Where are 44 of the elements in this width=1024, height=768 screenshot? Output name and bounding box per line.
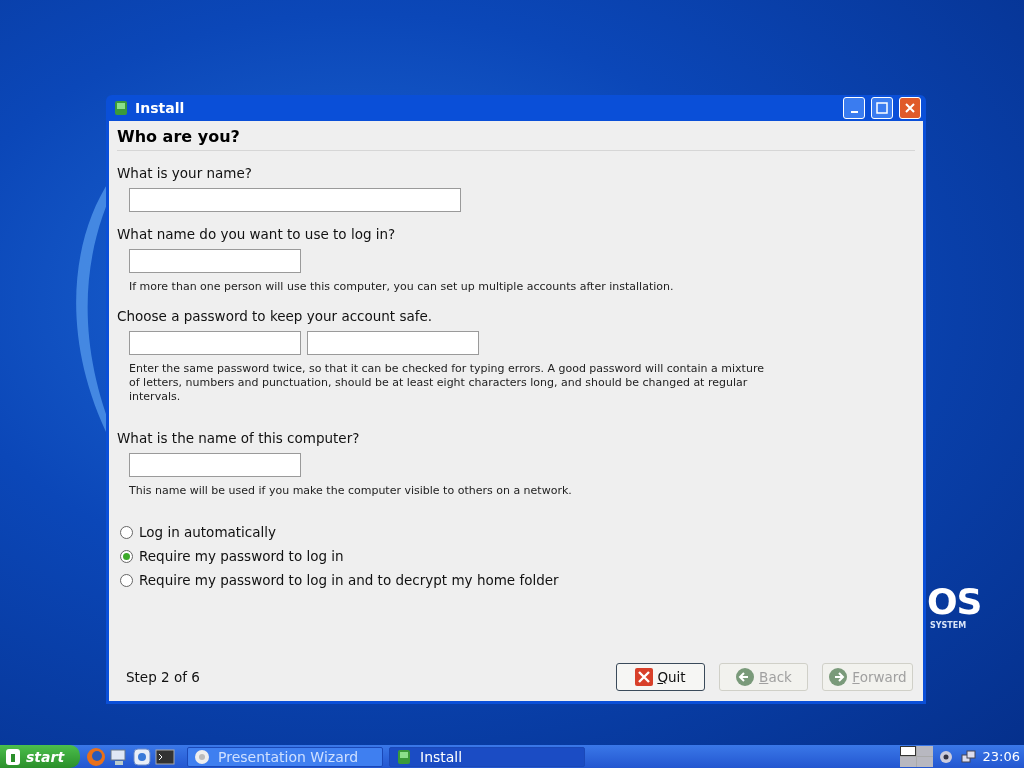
radio-button[interactable] [120, 549, 133, 563]
close-icon [635, 668, 654, 686]
taskbar-task[interactable]: Install [389, 746, 585, 767]
computer-icon[interactable] [109, 746, 129, 767]
question-label: What is the name of this computer? [117, 430, 361, 446]
close-icon [904, 102, 916, 114]
radio-label[interactable]: Require my password to log in [139, 548, 344, 564]
workspace-pager[interactable] [899, 746, 933, 767]
page-heading: Who are you? [117, 127, 915, 151]
hint-text: If more than one person will use this computer, you can set up multiple accounts after installation. [129, 280, 675, 294]
wallpaper-tagline: SYSTEM [930, 621, 967, 630]
maximize-button[interactable] [871, 97, 893, 119]
terminal-icon[interactable] [155, 746, 175, 767]
quit-button[interactable]: Quit [616, 663, 705, 691]
hint-text: Enter the same password twice, so that it can be checked for typing errors. A good password will contain a mixture of letters, numbers and punctuation, should be at least eight characters long, and should be changed at regular intervals. [129, 362, 765, 404]
app-icon[interactable] [132, 746, 152, 767]
network-icon[interactable] [960, 748, 977, 765]
radio-label[interactable]: Log in automatically [139, 524, 277, 540]
wizard-icon [194, 748, 210, 765]
hint-text: This name will be used if you make the computer visible to others on a network. [129, 484, 573, 498]
input-field[interactable] [129, 188, 461, 212]
start-logo-icon [6, 748, 20, 765]
wallpaper-logo-text: OS [927, 586, 982, 618]
question-label: What name do you want to use to log in? [117, 226, 397, 242]
speaker-icon[interactable] [938, 748, 955, 765]
minimize-button[interactable] [843, 97, 865, 119]
browser-icon[interactable] [86, 746, 106, 767]
radio-button[interactable] [120, 525, 133, 539]
radio-button[interactable] [120, 573, 133, 587]
maximize-icon [876, 102, 888, 114]
clock: 23:06 [982, 749, 1020, 764]
minimize-icon [850, 111, 858, 113]
input-field[interactable] [129, 249, 301, 273]
password-field[interactable] [129, 331, 301, 355]
question-label: What is your name? [117, 165, 253, 181]
password-field[interactable] [307, 331, 479, 355]
close-button[interactable] [899, 97, 921, 119]
input-field[interactable] [129, 453, 301, 477]
installer-icon [396, 748, 412, 765]
question-label: Choose a password to keep your account safe. [117, 308, 434, 324]
radio-label[interactable]: Require my password to log in and to decrypt my home folder [139, 572, 559, 588]
window-title: Install [135, 100, 186, 116]
installer-icon [113, 100, 129, 116]
step-indicator: Step 2 of 6 [126, 669, 201, 685]
